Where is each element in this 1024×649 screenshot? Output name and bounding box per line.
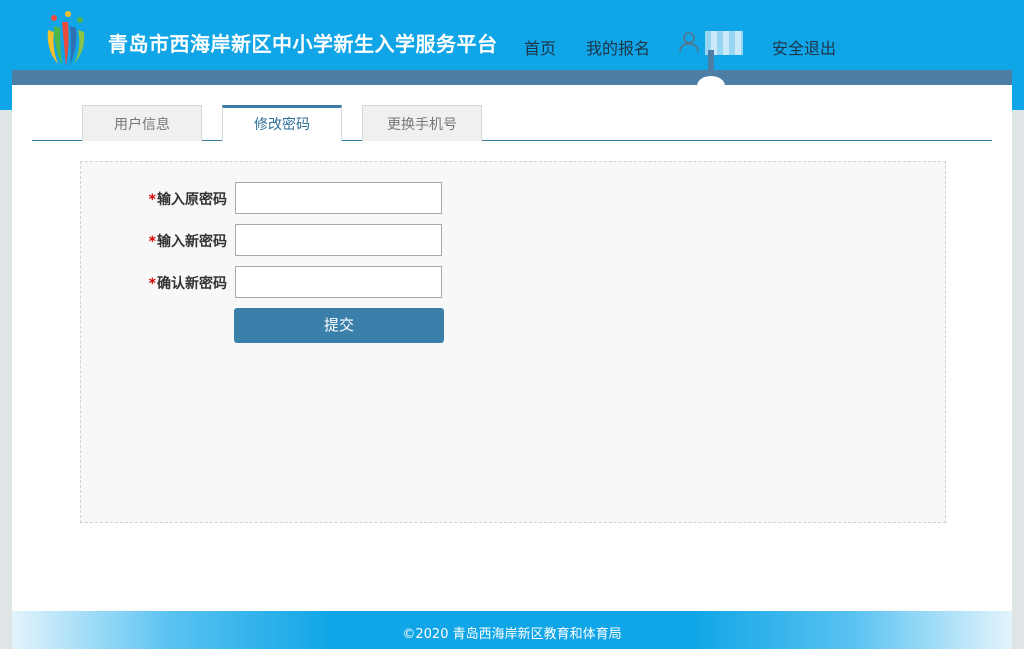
- password-form-panel: *输入原密码 *输入新密码 *确认新密码 提交: [80, 161, 946, 523]
- confirm-password-input[interactable]: [235, 266, 442, 298]
- nav-home-link[interactable]: 首页: [524, 35, 556, 59]
- user-icon[interactable]: [678, 31, 700, 53]
- form-row-old-password: *输入原密码: [81, 182, 581, 214]
- confirm-password-label: *确认新密码: [148, 276, 227, 292]
- footer-copyright: ©2020 青岛西海岸新区教育和体育局: [402, 627, 622, 642]
- logo-icon: [47, 11, 85, 66]
- tab-change-phone[interactable]: 更换手机号: [362, 105, 482, 141]
- tab-bar: 用户信息 修改密码 更换手机号: [32, 105, 992, 142]
- old-password-input[interactable]: [235, 182, 442, 214]
- user-menu-notch: [697, 72, 725, 100]
- site-title: 青岛市西海岸新区中小学新生入学服务平台: [108, 32, 498, 56]
- nav-logout-link[interactable]: 安全退出: [772, 35, 836, 59]
- tab-change-password[interactable]: 修改密码: [222, 105, 342, 142]
- main-content: 用户信息 修改密码 更换手机号 *输入原密码 *输入新密码 *确认新密码 提交: [12, 85, 1012, 611]
- new-password-input[interactable]: [235, 224, 442, 256]
- old-password-label: *输入原密码: [148, 192, 227, 208]
- footer: ©2020 青岛西海岸新区教育和体育局: [12, 611, 1012, 649]
- nav-my-registration-link[interactable]: 我的报名: [586, 35, 650, 59]
- form-row-confirm-password: *确认新密码: [81, 266, 581, 298]
- tab-user-info[interactable]: 用户信息: [82, 105, 202, 141]
- form-row-new-password: *输入新密码: [81, 224, 581, 256]
- required-mark: *: [148, 192, 156, 208]
- new-password-label: *输入新密码: [148, 234, 227, 250]
- required-mark: *: [148, 276, 156, 292]
- submit-button[interactable]: 提交: [234, 308, 444, 343]
- header-stripe: [12, 70, 1012, 85]
- header: 青岛市西海岸新区中小学新生入学服务平台 首页 我的报名 安全退出: [0, 0, 1024, 72]
- user-menu-connector: [708, 50, 714, 72]
- required-mark: *: [148, 234, 156, 250]
